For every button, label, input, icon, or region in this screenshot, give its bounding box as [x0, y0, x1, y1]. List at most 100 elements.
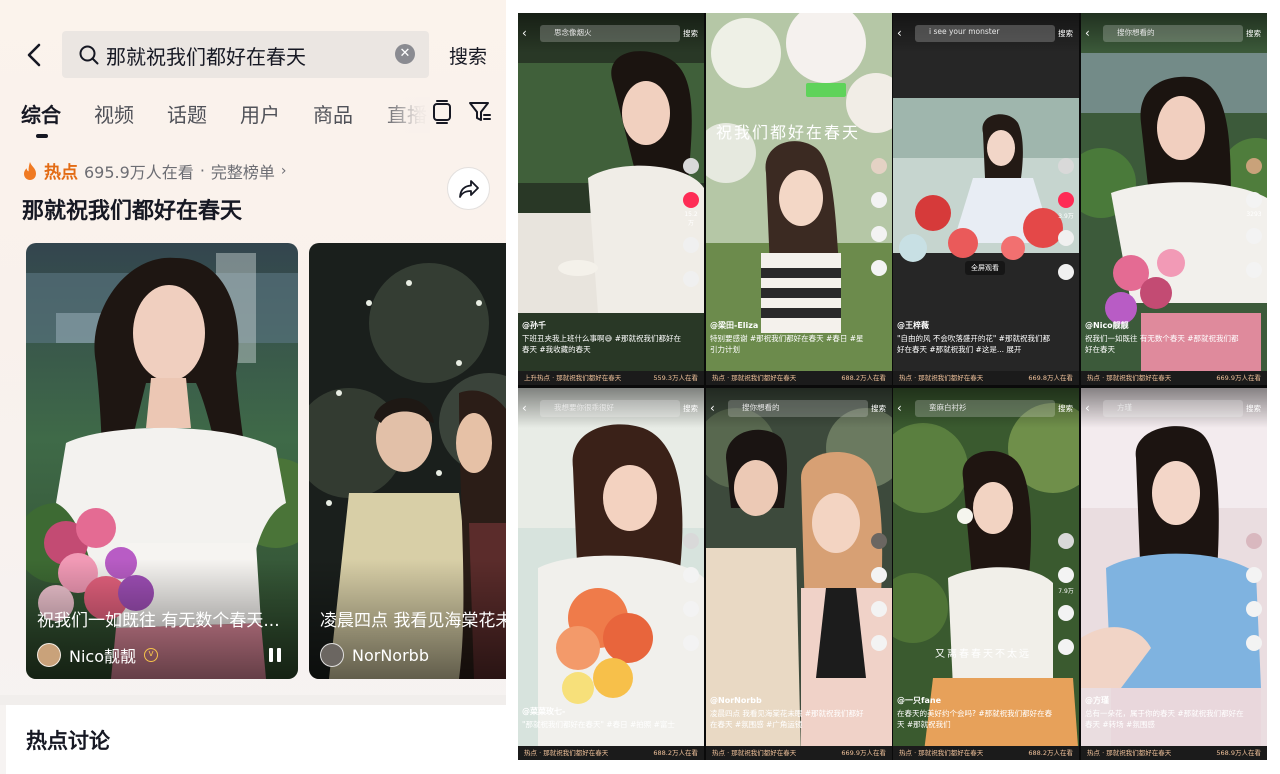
- comment-icon[interactable]: [683, 237, 699, 253]
- tile-author[interactable]: @Nico靓靓: [1085, 320, 1245, 331]
- tile-author[interactable]: @梁田-Eliza: [710, 320, 870, 331]
- clear-search-icon[interactable]: ✕: [395, 44, 415, 64]
- tile-search-button[interactable]: 搜索: [683, 28, 698, 39]
- tab-users[interactable]: 用户: [240, 99, 280, 128]
- avatar[interactable]: [683, 533, 699, 549]
- star-icon[interactable]: [1058, 264, 1074, 280]
- active-tab-indicator: [36, 134, 48, 138]
- tile-search-input[interactable]: 蛮麻白衬衫: [915, 400, 1055, 417]
- star-icon[interactable]: [1246, 262, 1262, 278]
- comment-icon[interactable]: [871, 601, 887, 617]
- tab-videos[interactable]: 视频: [94, 99, 134, 128]
- grid-video-tile[interactable]: ‹ 搜你想看的 搜索 @NorNorbb 凌晨四点 我看见海棠花未眠 #那就祝我…: [706, 388, 892, 760]
- layout-toggle-icon[interactable]: [431, 100, 453, 124]
- tile-search-button[interactable]: 搜索: [1058, 28, 1073, 39]
- back-icon[interactable]: ‹: [1085, 401, 1090, 415]
- tile-hot-bar[interactable]: 热点 · 那就祝我们都好在春天 688.2万人在看: [706, 371, 892, 385]
- comment-icon[interactable]: [1058, 230, 1074, 246]
- hot-topic-meta[interactable]: 热点 695.9万人在看 · 完整榜单 ›: [22, 158, 492, 183]
- full-list-link[interactable]: 完整榜单: [211, 159, 275, 183]
- tile-author[interactable]: @NorNorbb: [710, 695, 870, 706]
- tile-search-input[interactable]: 搜你想看的: [1103, 25, 1243, 42]
- tile-hot-bar[interactable]: 热点 · 那就祝我们都好在春天 669.9万人在看: [1081, 371, 1267, 385]
- avatar[interactable]: [871, 533, 887, 549]
- back-arrow-icon[interactable]: [22, 42, 48, 68]
- avatar[interactable]: [871, 158, 887, 174]
- tab-comprehensive[interactable]: 综合: [21, 99, 61, 128]
- star-icon[interactable]: [871, 635, 887, 651]
- tab-topics[interactable]: 话题: [167, 99, 207, 128]
- back-icon[interactable]: ‹: [897, 26, 902, 40]
- grid-video-tile[interactable]: ‹ 我想要你很乖很好 搜索 @菜菜玫七- "那就祝我们都好在春天" #春日 #拍…: [518, 388, 704, 760]
- grid-video-tile[interactable]: ‹ 思念像烟火 搜索 15.2万 @孙千 下班丑夹我上班什么事啊😅 #那就祝我们…: [518, 13, 704, 385]
- tile-hot-bar[interactable]: 热点 · 那就祝我们都好在春天 568.9万人在看: [1081, 746, 1267, 760]
- card-author[interactable]: Nico靓靓 v: [37, 643, 159, 667]
- fullscreen-button[interactable]: 全屏观看: [965, 261, 1005, 275]
- hot-topic-title[interactable]: 那就祝我们都好在春天: [22, 193, 492, 225]
- avatar[interactable]: [1246, 158, 1262, 174]
- tab-products[interactable]: 商品: [313, 99, 353, 128]
- tile-search-button[interactable]: 搜索: [1246, 28, 1261, 39]
- tile-hot-bar[interactable]: 热点 · 那就祝我们都好在春天 669.8万人在看: [893, 371, 1079, 385]
- grid-video-tile[interactable]: ‹ i see your monster 搜索 全屏观看 3.9万 @王梓薇 "…: [893, 13, 1079, 385]
- avatar[interactable]: [1246, 533, 1262, 549]
- tile-hot-bar[interactable]: 上升热点 · 那就祝我们都好在春天 559.3万人在看: [518, 371, 704, 385]
- comment-icon[interactable]: [871, 226, 887, 242]
- tile-search-input[interactable]: 方瑾: [1103, 400, 1243, 417]
- author-name: NorNorbb: [352, 645, 429, 665]
- grid-video-tile[interactable]: ‹ 搜你想看的 搜索 3293 @Nico靓靓 祝我们一如既往 有无数个春天 #…: [1081, 13, 1267, 385]
- like-heart-icon[interactable]: [871, 567, 887, 583]
- like-heart-icon[interactable]: [1058, 567, 1074, 583]
- tile-author[interactable]: @一只fane: [897, 695, 1057, 706]
- like-heart-icon[interactable]: [1246, 567, 1262, 583]
- tile-author[interactable]: @方瑾: [1085, 695, 1245, 706]
- grid-video-tile[interactable]: ‹ 方瑾 搜索 @方瑾 总有一朵花，属于你的春天 #那就祝我们都好在春天 #转场…: [1081, 388, 1267, 760]
- tile-search-button[interactable]: 搜索: [1246, 403, 1261, 414]
- star-icon[interactable]: [1058, 639, 1074, 655]
- back-icon[interactable]: ‹: [710, 401, 715, 415]
- tile-search-input[interactable]: 思念像烟火: [540, 25, 680, 42]
- comment-icon[interactable]: [683, 601, 699, 617]
- star-icon[interactable]: [1246, 635, 1262, 651]
- tile-search-input[interactable]: 我想要你很乖很好: [540, 400, 680, 417]
- tile-hot-bar[interactable]: 热点 · 那就祝我们都好在春天 688.2万人在看: [893, 746, 1079, 760]
- like-heart-icon[interactable]: [1058, 192, 1074, 208]
- avatar[interactable]: [1058, 533, 1074, 549]
- search-button[interactable]: 搜索: [449, 42, 487, 69]
- tile-search-button[interactable]: 搜索: [1058, 403, 1073, 414]
- search-input[interactable]: 那就祝我们都好在春天 ✕: [62, 31, 429, 78]
- video-card[interactable]: 凌晨四点 我看见海棠花未 NorNorbb: [309, 243, 506, 679]
- tile-author[interactable]: @王梓薇: [897, 320, 1057, 331]
- comment-icon[interactable]: [1246, 601, 1262, 617]
- filter-icon[interactable]: [468, 101, 492, 123]
- card-author[interactable]: NorNorbb: [320, 643, 429, 667]
- back-icon[interactable]: ‹: [522, 401, 527, 415]
- tile-search-input[interactable]: i see your monster: [915, 25, 1055, 42]
- avatar[interactable]: [1058, 158, 1074, 174]
- avatar[interactable]: [683, 158, 699, 174]
- star-icon[interactable]: [683, 635, 699, 651]
- like-heart-icon[interactable]: [1246, 192, 1262, 208]
- like-heart-icon[interactable]: [683, 567, 699, 583]
- pause-icon[interactable]: [268, 647, 282, 663]
- back-icon[interactable]: ‹: [897, 401, 902, 415]
- video-card[interactable]: 祝我们一如既往 有无数个春天... Nico靓靓 v: [26, 243, 298, 679]
- star-icon[interactable]: [871, 260, 887, 276]
- grid-video-tile[interactable]: ‹ 蛮麻白衬衫 搜索 又离春春天不太远 7.9万 @一只fane 在春天的美好约…: [893, 388, 1079, 760]
- comment-icon[interactable]: [1246, 228, 1262, 244]
- tile-hot-bar[interactable]: 热点 · 那就祝我们都好在春天 688.2万人在看: [518, 746, 704, 760]
- tile-author[interactable]: @菜菜玫七-: [522, 706, 682, 717]
- like-heart-icon[interactable]: [683, 192, 699, 208]
- comment-icon[interactable]: [1058, 605, 1074, 621]
- share-button[interactable]: [447, 167, 490, 210]
- like-heart-icon[interactable]: [871, 192, 887, 208]
- tile-hot-bar[interactable]: 热点 · 那就祝我们都好在春天 669.9万人在看: [706, 746, 892, 760]
- tile-search-input[interactable]: 搜你想看的: [728, 400, 868, 417]
- back-icon[interactable]: ‹: [522, 26, 527, 40]
- tile-search-button[interactable]: 搜索: [683, 403, 698, 414]
- grid-video-tile[interactable]: 祝我们都好在春天 @梁田-Eliza 特别要感谢 #那祝我们都好在春天 #春日 …: [706, 13, 892, 385]
- star-icon[interactable]: [683, 271, 699, 287]
- back-icon[interactable]: ‹: [1085, 26, 1090, 40]
- tile-author[interactable]: @孙千: [522, 320, 682, 331]
- tile-search-button[interactable]: 搜索: [871, 403, 886, 414]
